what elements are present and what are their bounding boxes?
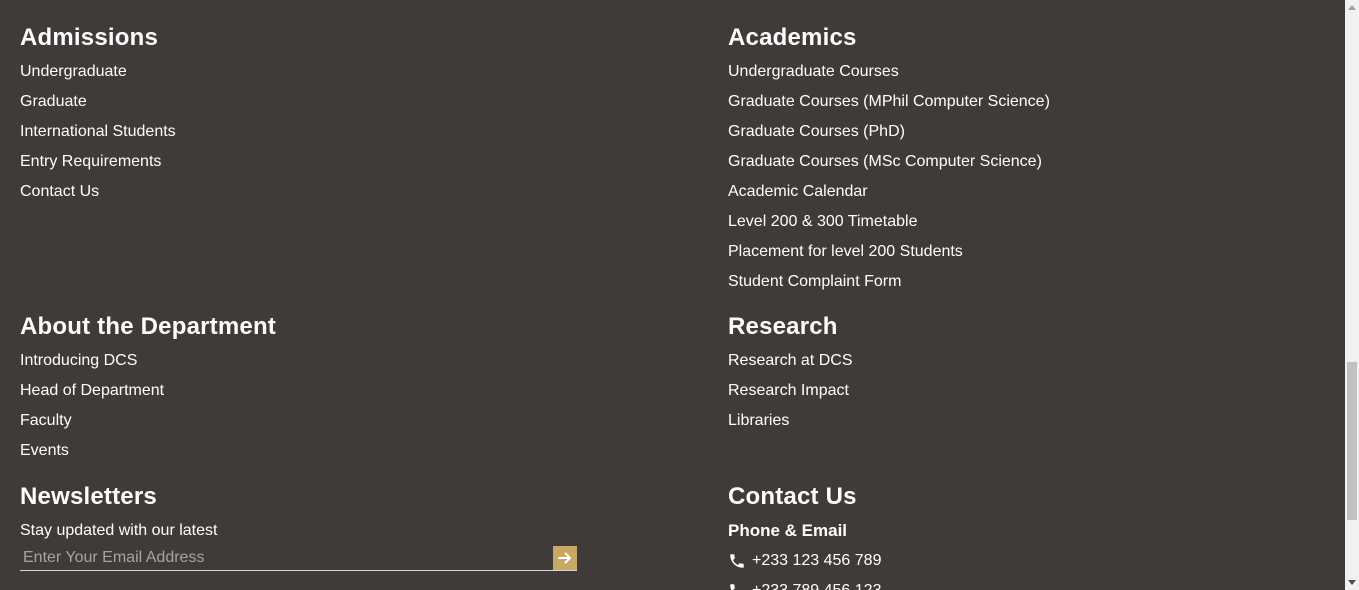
list-item: Graduate Courses (MPhil Computer Science…	[728, 87, 1050, 117]
list-item: Undergraduate	[20, 57, 176, 87]
admissions-heading: Admissions	[20, 24, 159, 51]
academics-section: Academics Undergraduate Courses Graduate…	[728, 24, 1050, 297]
contact-heading: Contact Us	[728, 483, 857, 510]
link-contact-us[interactable]: Contact Us	[20, 183, 99, 200]
link-introducing-dcs[interactable]: Introducing DCS	[20, 352, 137, 369]
list-item: Graduate Courses (MSc Computer Science)	[728, 147, 1050, 177]
list-item: Entry Requirements	[20, 147, 176, 177]
link-timetable[interactable]: Level 200 & 300 Timetable	[728, 213, 917, 230]
link-graduate-courses-mphil[interactable]: Graduate Courses (MPhil Computer Science…	[728, 93, 1050, 110]
link-libraries[interactable]: Libraries	[728, 412, 789, 429]
phone-email-subheading: Phone & Email	[728, 521, 848, 540]
list-item: Contact Us	[20, 177, 176, 207]
list-item: Level 200 & 300 Timetable	[728, 207, 1050, 237]
newsletters-heading: Newsletters	[20, 483, 157, 510]
link-academic-calendar[interactable]: Academic Calendar	[728, 183, 868, 200]
list-item: Research at DCS	[728, 346, 853, 376]
list-item: Head of Department	[20, 376, 276, 406]
list-item: International Students	[20, 117, 176, 147]
research-links: Research at DCS Research Impact Librarie…	[728, 346, 853, 436]
about-links: Introducing DCS Head of Department Facul…	[20, 346, 276, 466]
footer: Admissions Undergraduate Graduate Intern…	[0, 0, 1359, 590]
link-graduate-courses-msc[interactable]: Graduate Courses (MSc Computer Science)	[728, 153, 1042, 170]
link-research-at-dcs[interactable]: Research at DCS	[728, 352, 853, 369]
admissions-links: Undergraduate Graduate International Stu…	[20, 57, 176, 207]
link-undergraduate-courses[interactable]: Undergraduate Courses	[728, 63, 899, 80]
admissions-section: Admissions Undergraduate Graduate Intern…	[20, 24, 176, 207]
contact-section: Contact Us Phone & Email +233 123 456 78…	[728, 483, 881, 590]
list-item: Introducing DCS	[20, 346, 276, 376]
subscribe-button[interactable]	[553, 546, 577, 570]
academics-links: Undergraduate Courses Graduate Courses (…	[728, 57, 1050, 297]
about-section: About the Department Introducing DCS Hea…	[20, 313, 276, 466]
vertical-scrollbar[interactable]	[1345, 0, 1359, 590]
link-events[interactable]: Events	[20, 442, 69, 459]
link-complaint-form[interactable]: Student Complaint Form	[728, 273, 901, 290]
link-graduate[interactable]: Graduate	[20, 93, 87, 110]
newsletter-form	[20, 546, 577, 571]
arrow-right-icon	[557, 550, 573, 566]
scrollbar-thumb[interactable]	[1347, 362, 1357, 520]
phone-icon	[728, 552, 746, 570]
phone-icon	[728, 582, 746, 590]
link-international-students[interactable]: International Students	[20, 123, 176, 140]
link-head-of-department[interactable]: Head of Department	[20, 382, 164, 399]
link-undergraduate[interactable]: Undergraduate	[20, 63, 127, 80]
research-section: Research Research at DCS Research Impact…	[728, 313, 853, 436]
link-entry-requirements[interactable]: Entry Requirements	[20, 153, 161, 170]
list-item: Academic Calendar	[728, 177, 1050, 207]
list-item: Graduate Courses (PhD)	[728, 117, 1050, 147]
list-item: Libraries	[728, 406, 853, 436]
list-item: Student Complaint Form	[728, 267, 1050, 297]
list-item: Placement for level 200 Students	[728, 237, 1050, 267]
link-faculty[interactable]: Faculty	[20, 412, 72, 429]
link-placement[interactable]: Placement for level 200 Students	[728, 243, 963, 260]
link-research-impact[interactable]: Research Impact	[728, 382, 849, 399]
email-input[interactable]	[20, 546, 551, 570]
newsletters-section: Newsletters Stay updated with our latest	[20, 483, 577, 571]
phone-number[interactable]: +233 789 456 123	[752, 576, 881, 590]
list-item: Faculty	[20, 406, 276, 436]
link-graduate-courses-phd[interactable]: Graduate Courses (PhD)	[728, 123, 905, 140]
list-item: Events	[20, 436, 276, 466]
academics-heading: Academics	[728, 24, 857, 51]
phone-item: +233 123 456 789	[728, 546, 881, 576]
newsletters-text: Stay updated with our latest	[20, 522, 218, 539]
list-item: Research Impact	[728, 376, 853, 406]
list-item: Undergraduate Courses	[728, 57, 1050, 87]
phone-number[interactable]: +233 123 456 789	[752, 546, 881, 576]
about-heading: About the Department	[20, 313, 276, 340]
phone-item: +233 789 456 123	[728, 576, 881, 590]
scroll-down-arrow-icon[interactable]	[1345, 576, 1359, 590]
research-heading: Research	[728, 313, 838, 340]
scroll-up-arrow-icon[interactable]	[1345, 0, 1359, 14]
list-item: Graduate	[20, 87, 176, 117]
